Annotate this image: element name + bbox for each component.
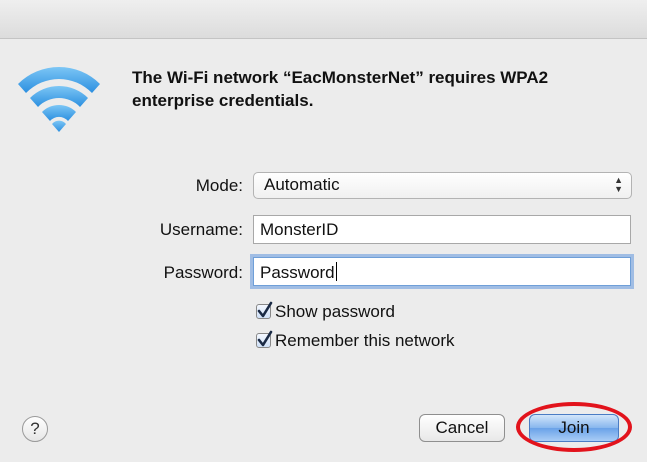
cancel-button[interactable]: Cancel [419,414,505,442]
wifi-icon [18,67,100,132]
window-titlebar [0,0,647,39]
remember-network-checkbox[interactable]: Remember this network [256,330,455,351]
password-value: Password [260,263,335,282]
username-value: MonsterID [260,220,339,239]
text-caret [335,262,337,281]
help-button[interactable]: ? [22,416,48,442]
checkmark-icon [257,330,273,347]
password-label: Password: [163,263,243,282]
mode-label: Mode: [195,176,243,195]
help-icon: ? [30,419,40,438]
mode-select[interactable]: Automatic ▲ ▼ [253,172,632,199]
remember-network-label: Remember this network [275,331,455,350]
select-arrows-icon: ▲ ▼ [614,175,623,194]
mode-value: Automatic [264,175,340,194]
show-password-box[interactable] [256,301,273,319]
username-field[interactable]: MonsterID [253,215,631,244]
credentials-message: The Wi-Fi network “EacMonsterNet” requir… [132,68,549,110]
show-password-checkbox[interactable]: Show password [256,301,396,322]
join-highlight-ring [516,402,632,452]
username-label: Username: [159,220,243,239]
password-field[interactable]: Password [253,257,631,286]
show-password-label: Show password [275,302,396,321]
remember-network-box[interactable] [256,330,273,348]
checkmark-icon [257,301,273,318]
